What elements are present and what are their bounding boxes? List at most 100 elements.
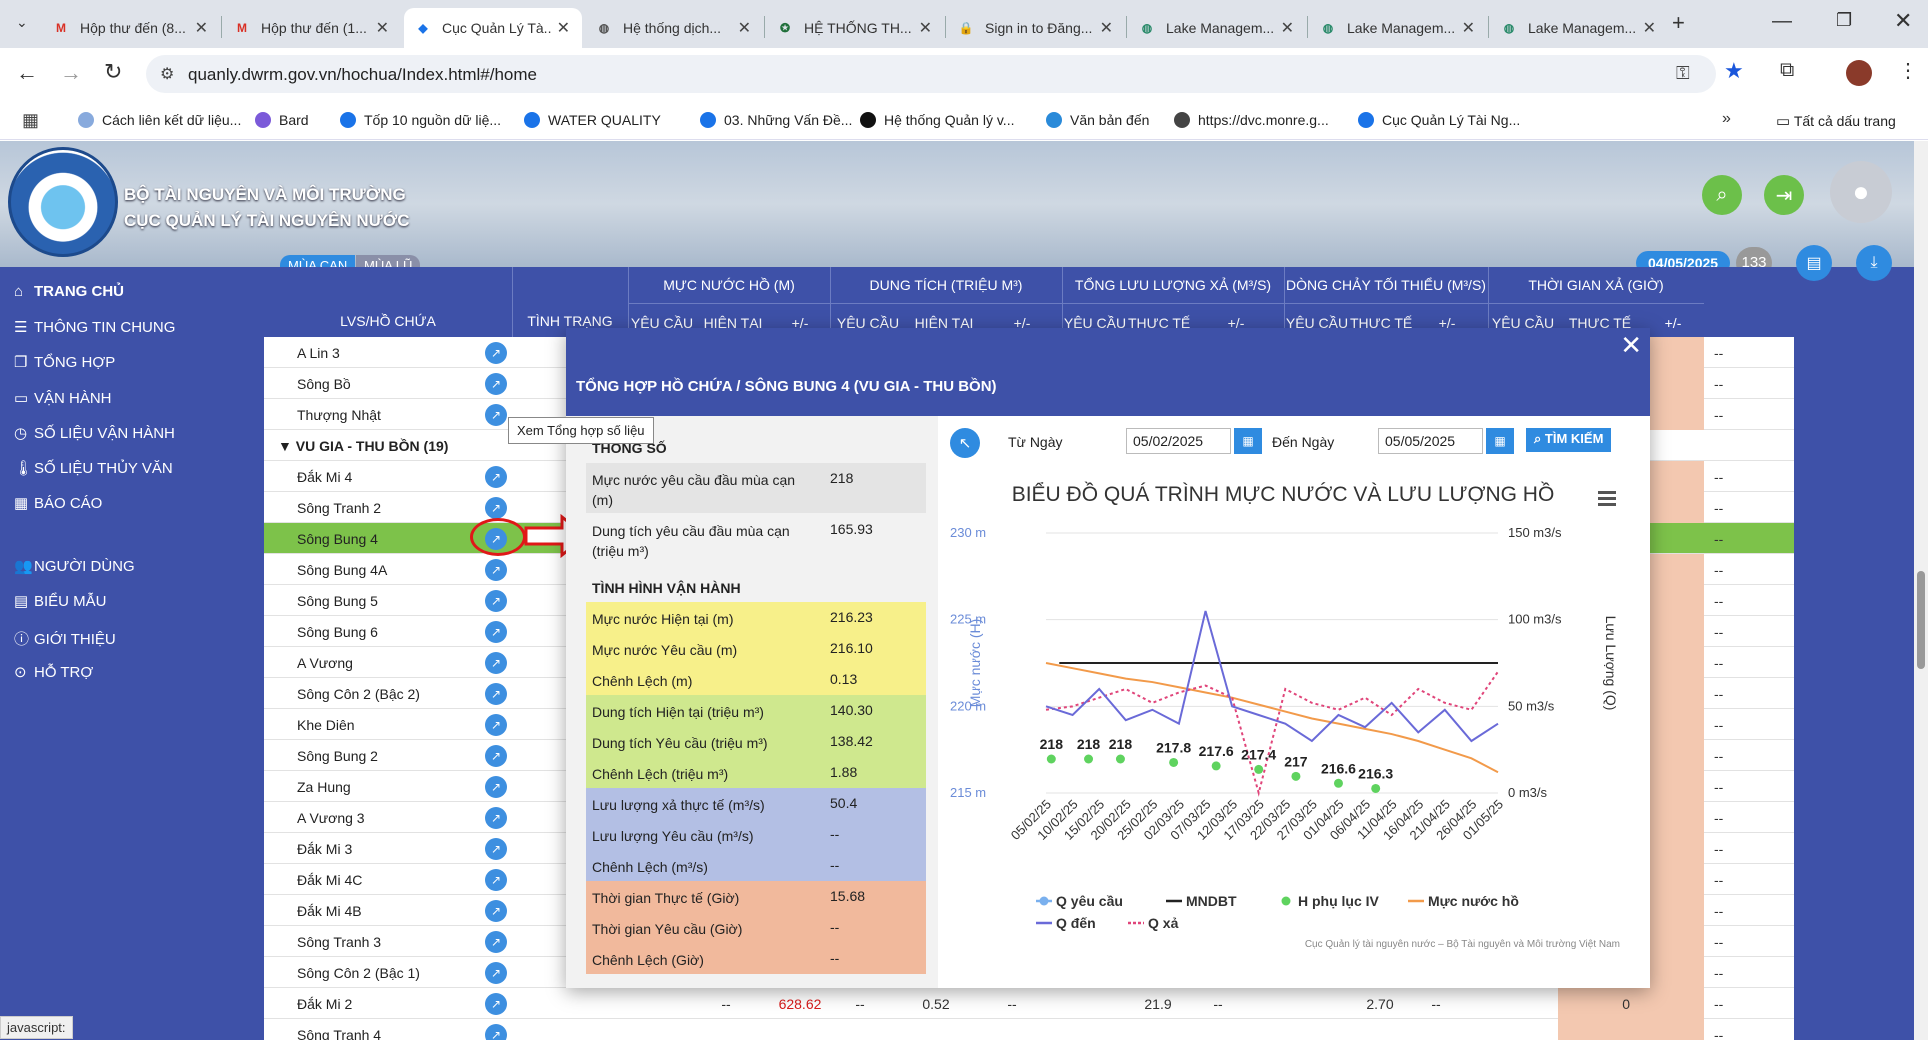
browser-tab[interactable]: ◍ Lake Managem... ✕ bbox=[1128, 8, 1306, 48]
nav-item[interactable]: ▦ BÁO CÁO bbox=[14, 494, 102, 512]
reservoir-name[interactable]: Đắk Mi 4 bbox=[297, 469, 352, 485]
new-tab-button[interactable]: + bbox=[1672, 10, 1685, 36]
browser-tab[interactable]: M Hộp thư đến (1... ✕ bbox=[223, 8, 401, 48]
nav-item[interactable]: ⊙ HỖ TRỢ bbox=[14, 663, 93, 681]
close-tab-icon[interactable]: ✕ bbox=[1100, 18, 1113, 38]
reservoir-name[interactable]: Đắk Mi 2 bbox=[297, 996, 352, 1012]
legend-item[interactable]: Q yêu cầu bbox=[1036, 893, 1123, 909]
reservoir-name[interactable]: Khe Diên bbox=[297, 717, 355, 733]
nav-item[interactable]: ☰ THÔNG TIN CHUNG bbox=[14, 318, 175, 336]
reservoir-name[interactable]: Za Hung bbox=[297, 779, 351, 795]
edit-icon[interactable]: ↗ bbox=[485, 466, 507, 488]
nav-item[interactable]: ⌂ TRANG CHỦ bbox=[14, 283, 124, 300]
bookmark-item[interactable]: 03. Những Vấn Đề... bbox=[700, 112, 852, 128]
to-calendar-button[interactable]: ▦ bbox=[1486, 428, 1514, 454]
close-modal-button[interactable]: ✕ bbox=[1620, 330, 1642, 361]
page-scrollbar[interactable] bbox=[1914, 141, 1928, 1040]
reservoir-name[interactable]: Sông Côn 2 (Bậc 1) bbox=[297, 965, 420, 981]
bookmark-item[interactable]: Tốp 10 nguồn dữ liệ... bbox=[340, 112, 501, 128]
reservoir-name[interactable]: Sông Bung 4A bbox=[297, 562, 387, 578]
restore-button[interactable]: ❐ bbox=[1836, 10, 1852, 31]
edit-icon[interactable]: ↗ bbox=[485, 869, 507, 891]
key-icon[interactable]: ⚿ bbox=[1676, 63, 1690, 84]
edit-icon[interactable]: ↗ bbox=[485, 683, 507, 705]
reservoir-name[interactable]: Sông Côn 2 (Bậc 2) bbox=[297, 686, 420, 702]
edit-icon[interactable]: ↗ bbox=[485, 714, 507, 736]
nav-item[interactable]: ▭ VẬN HÀNH bbox=[14, 389, 112, 407]
reservoir-name[interactable]: Đắk Mi 4B bbox=[297, 903, 362, 919]
search-dates-button[interactable]: ⌕ TÌM KIẾM bbox=[1526, 428, 1612, 452]
back-arrow-button[interactable]: ↖ bbox=[950, 428, 980, 458]
reservoir-name[interactable]: Sông Tranh 2 bbox=[297, 500, 381, 516]
back-icon[interactable]: ← bbox=[16, 60, 38, 86]
legend-item[interactable]: Mực nước hồ bbox=[1408, 893, 1519, 909]
url-text[interactable]: quanly.dwrm.gov.vn/hochua/Index.html#/ho… bbox=[188, 65, 537, 85]
all-bookmarks[interactable]: ▭ Tất cả dấu trang bbox=[1776, 112, 1896, 130]
reload-icon[interactable]: ↻ bbox=[104, 59, 122, 85]
reservoir-name[interactable]: Sông Tranh 3 bbox=[297, 934, 381, 950]
reservoir-name[interactable]: Sông Bung 4 bbox=[297, 531, 378, 547]
edit-icon[interactable]: ↗ bbox=[485, 652, 507, 674]
reservoir-name[interactable]: Sông Bung 2 bbox=[297, 748, 378, 764]
legend-item[interactable]: H phụ lục IV bbox=[1281, 893, 1380, 909]
bookmark-item[interactable]: Hệ thống Quản lý v... bbox=[860, 112, 1014, 128]
close-tab-icon[interactable]: ✕ bbox=[376, 18, 389, 38]
scrollbar-thumb[interactable] bbox=[1917, 571, 1925, 669]
browser-tab[interactable]: ◍ Lake Managem... ✕ bbox=[1309, 8, 1487, 48]
reservoir-name[interactable]: A Vương bbox=[297, 655, 353, 671]
site-info-icon[interactable]: ⚙ bbox=[160, 64, 174, 84]
browser-tab[interactable]: ◆ Cục Quản Lý Tà... ✕ bbox=[404, 8, 582, 48]
edit-icon[interactable]: ↗ bbox=[485, 621, 507, 643]
minimize-button[interactable]: — bbox=[1772, 10, 1792, 33]
legend-item[interactable]: MNDBT bbox=[1166, 893, 1237, 909]
to-date-input[interactable] bbox=[1378, 428, 1483, 454]
edit-icon[interactable]: ↗ bbox=[485, 404, 507, 426]
legend-item[interactable]: Q xả bbox=[1128, 915, 1179, 931]
reservoir-name[interactable]: Sông Bung 6 bbox=[297, 624, 378, 640]
reservoir-name[interactable]: Đắk Mi 4C bbox=[297, 872, 362, 888]
bookmark-star-icon[interactable]: ★ bbox=[1724, 58, 1744, 84]
nav-item[interactable]: 👥NGƯỜI DÙNG bbox=[14, 557, 135, 575]
edit-icon[interactable]: ↗ bbox=[485, 993, 507, 1015]
reservoir-name[interactable]: Đắk Mi 3 bbox=[297, 841, 352, 857]
extensions-icon[interactable]: ⧉ bbox=[1780, 59, 1794, 82]
reservoir-name[interactable]: Thượng Nhật bbox=[297, 407, 381, 423]
close-tab-icon[interactable]: ✕ bbox=[1643, 18, 1656, 38]
close-tab-icon[interactable]: ✕ bbox=[557, 18, 570, 38]
bookmark-item[interactable]: Cách liên kết dữ liệu... bbox=[78, 112, 241, 128]
close-tab-icon[interactable]: ✕ bbox=[738, 18, 751, 38]
edit-icon[interactable]: ↗ bbox=[485, 900, 507, 922]
edit-icon[interactable]: ↗ bbox=[485, 1024, 507, 1040]
edit-icon[interactable]: ↗ bbox=[485, 838, 507, 860]
table-row[interactable]: Sông Tranh 4 ↗ -- bbox=[264, 1019, 1794, 1040]
nav-item[interactable]: ❐ TỔNG HỢP bbox=[14, 353, 115, 371]
edit-icon[interactable]: ↗ bbox=[485, 590, 507, 612]
nav-item[interactable]: 🌡SỐ LIỆU THỦY VĂN bbox=[14, 459, 173, 477]
nav-item[interactable]: ◷ SỐ LIỆU VẬN HÀNH bbox=[14, 424, 175, 442]
browser-tab[interactable]: ◍ Hệ thống dịch... ✕ bbox=[585, 8, 763, 48]
close-tab-icon[interactable]: ✕ bbox=[1281, 18, 1294, 38]
nav-item[interactable]: ⓘ GIỚI THIỆU bbox=[14, 628, 116, 649]
search-button[interactable]: ⌕ bbox=[1702, 175, 1742, 215]
browser-tab[interactable]: 🔒 Sign in to Đăng... ✕ bbox=[947, 8, 1125, 48]
browser-tab[interactable]: ◍ Lake Managem... ✕ bbox=[1490, 8, 1668, 48]
edit-icon[interactable]: ↗ bbox=[485, 962, 507, 984]
bookmark-item[interactable]: WATER QUALITY bbox=[524, 112, 661, 128]
nav-item[interactable]: ▤ BIỂU MẪU bbox=[14, 592, 107, 610]
chart-menu-icon[interactable] bbox=[1598, 491, 1616, 506]
bookmark-item[interactable]: https://dvc.monre.g... bbox=[1174, 112, 1329, 128]
edit-icon[interactable]: ↗ bbox=[485, 373, 507, 395]
bookmark-item[interactable]: Văn bản đến bbox=[1046, 112, 1149, 128]
bookmark-item[interactable]: Bard bbox=[255, 112, 309, 128]
bookmark-item[interactable]: Cục Quản Lý Tài Ng... bbox=[1358, 112, 1520, 128]
forward-icon[interactable]: → bbox=[60, 60, 82, 86]
from-calendar-button[interactable]: ▦ bbox=[1234, 428, 1262, 454]
legend-item[interactable]: Q đến bbox=[1036, 915, 1096, 931]
bookmarks-overflow-icon[interactable]: » bbox=[1722, 110, 1731, 128]
url-box[interactable]: ⚙ quanly.dwrm.gov.vn/hochua/Index.html#/… bbox=[146, 55, 1716, 93]
browser-tab[interactable]: M Hộp thư đến (8... ✕ bbox=[42, 8, 220, 48]
reservoir-name[interactable]: A Lin 3 bbox=[297, 345, 340, 361]
profile-avatar[interactable] bbox=[1846, 60, 1872, 86]
apps-grid-icon[interactable]: ▦ bbox=[22, 110, 39, 131]
reservoir-name[interactable]: Sông Tranh 4 bbox=[297, 1027, 381, 1040]
